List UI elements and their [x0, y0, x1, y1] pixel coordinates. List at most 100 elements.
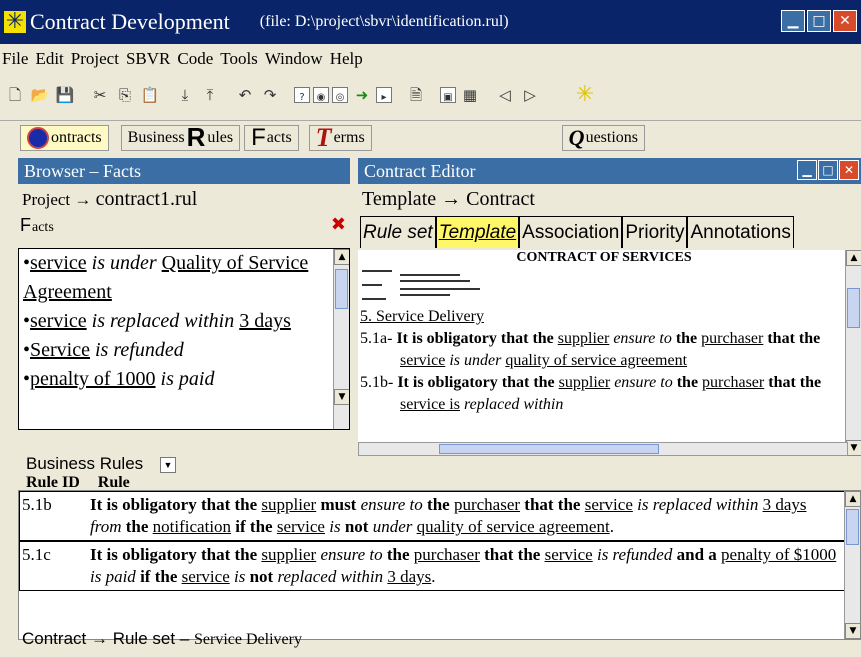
menu-file[interactable]: File	[2, 49, 28, 69]
document-preview-lines	[360, 266, 848, 306]
rule-5-1a: 5.1a- It is obligatory that the supplier…	[360, 330, 821, 369]
save-icon[interactable]: 💾	[54, 84, 76, 106]
run-icon[interactable]: ➜	[351, 84, 373, 106]
copy-icon[interactable]: ⎘	[114, 84, 136, 106]
tab-rule-set[interactable]: Rule set	[360, 216, 436, 248]
column-rule: Rule	[97, 474, 130, 491]
menu-help[interactable]: Help	[330, 49, 363, 69]
tab-priority[interactable]: Priority	[622, 216, 688, 248]
scroll-up-icon[interactable]: ▲	[845, 491, 861, 507]
menu-window[interactable]: Window	[265, 49, 323, 69]
menu-edit[interactable]: Edit	[35, 49, 63, 69]
terms-t-icon: T	[315, 122, 332, 152]
business-rules-header: Business Rules ▼	[26, 454, 176, 474]
app-sun-icon: ✳	[4, 9, 26, 34]
dropdown-arrow-icon[interactable]: ▼	[159, 456, 176, 473]
status-bar: Contract → Rule set – Service Delivery	[18, 625, 861, 653]
scroll-up-icon[interactable]: ▲	[846, 250, 861, 266]
table-row[interactable]: 5.1b It is obligatory that the supplier …	[19, 491, 860, 541]
scroll-up-icon[interactable]: ▲	[334, 249, 349, 265]
tab-template[interactable]: Template	[435, 216, 520, 248]
editor-window-controls: ▁ □ ✕	[797, 160, 859, 180]
browser-title: Browser – Facts	[18, 158, 350, 184]
project-file: contract1.rul	[95, 188, 198, 210]
facts-scrollbar[interactable]: ▲ ▼	[333, 249, 349, 429]
editor-minimize-button[interactable]: ▁	[797, 160, 817, 180]
editor-close-button[interactable]: ✕	[839, 160, 859, 180]
import-icon[interactable]: ⤓	[174, 84, 196, 106]
undo-icon[interactable]: ↶	[234, 84, 256, 106]
open-folder-icon[interactable]: 📂	[29, 84, 51, 106]
scroll-thumb[interactable]	[846, 509, 859, 545]
tab-association[interactable]: Association	[519, 216, 623, 248]
contracts-icon	[27, 126, 49, 149]
minimize-button[interactable]: ▁	[781, 10, 805, 32]
fact-item[interactable]: •penalty of 1000 is paid	[23, 365, 329, 394]
new-file-icon[interactable]: 🗋	[4, 84, 26, 106]
tab-annotations[interactable]: Annotations	[687, 216, 794, 248]
check-icon[interactable]: ◉	[313, 87, 329, 103]
editor-title: Contract Editor	[364, 161, 476, 181]
status-path: Contract → Rule set –	[22, 629, 190, 648]
status-section: Service Delivery	[193, 631, 302, 648]
paste-icon[interactable]: 📋	[139, 84, 161, 106]
menu-tools[interactable]: Tools	[220, 49, 258, 69]
document-icon[interactable]: 🗎	[405, 84, 427, 106]
business-rules-list[interactable]: 5.1b It is obligatory that the supplier …	[18, 490, 861, 640]
window-file-path: (file: D:\project\sbvr\identification.ru…	[259, 13, 509, 30]
window-title-bar: ✳ Contract Development (file: D:\project…	[0, 0, 861, 44]
rule-5-1b: 5.1b- It is obligatory that the supplier…	[360, 374, 822, 413]
editor-vertical-scrollbar[interactable]: ▲ ▼	[845, 250, 861, 456]
help-query-icon[interactable]: ?	[294, 87, 310, 103]
tab-contracts[interactable]: ontracts	[20, 124, 109, 151]
editor-tabs: Rule set Template Association Priority A…	[358, 214, 794, 248]
tab-questions[interactable]: Q uestions	[561, 124, 646, 151]
column-rule-id: Rule ID	[26, 474, 80, 491]
section-heading: 5. Service Delivery	[360, 308, 484, 325]
scroll-thumb[interactable]	[847, 288, 860, 328]
close-button[interactable]: ✕	[833, 10, 857, 32]
template-document[interactable]: CONTRACT OF SERVICES 5. Service Delivery…	[358, 250, 848, 442]
menu-code[interactable]: Code	[177, 49, 213, 69]
rules-r-icon: R	[186, 122, 206, 152]
table-icon[interactable]: ▦	[459, 84, 481, 106]
project-row: Project → contract1.rul	[18, 184, 350, 214]
editor-maximize-button[interactable]: □	[818, 160, 838, 180]
window-controls: ▁ □ ✕	[781, 10, 857, 32]
template-path: Template → Contract	[362, 188, 535, 210]
table-row[interactable]: 5.1c It is obligatory that the supplier …	[19, 541, 860, 591]
document-heading: CONTRACT OF SERVICES	[516, 250, 692, 265]
fact-item[interactable]: •service is under Quality of Service Agr…	[23, 249, 329, 307]
sun-icon[interactable]: ✳	[574, 84, 596, 106]
menu-project[interactable]: Project	[71, 49, 119, 69]
facts-header: Facts ✖	[20, 214, 346, 236]
menu-sbvr[interactable]: SBVR	[126, 49, 170, 69]
cut-icon[interactable]: ✂	[89, 84, 111, 106]
compile-icon[interactable]: ◎	[332, 87, 348, 103]
facts-small-icon: F	[20, 215, 31, 235]
debug-icon[interactable]: ▸	[376, 87, 392, 103]
menu-bar: File Edit Project SBVR Code Tools Window…	[0, 44, 861, 74]
editor-title-bar: Contract Editor ▁ □ ✕	[358, 158, 861, 184]
forward-icon[interactable]: ▷	[519, 84, 541, 106]
redo-icon[interactable]: ↷	[259, 84, 281, 106]
questions-q-icon: Q	[568, 124, 585, 150]
browser-panel: Browser – Facts Project → contract1.rul …	[18, 158, 350, 432]
tab-terms[interactable]: T erms	[308, 122, 372, 152]
export-icon[interactable]: ⤒	[199, 84, 221, 106]
back-icon[interactable]: ◁	[494, 84, 516, 106]
rules-scrollbar[interactable]: ▲ ▼	[844, 491, 861, 639]
fact-item[interactable]: •Service is refunded	[23, 336, 329, 365]
fact-item[interactable]: •service is replaced within 3 days	[23, 307, 329, 336]
tab-business-rules[interactable]: Business R ules	[120, 122, 241, 152]
delete-fact-icon[interactable]: ✖	[331, 214, 346, 236]
view-icon[interactable]: ▣	[440, 87, 456, 103]
scroll-down-icon[interactable]: ▼	[334, 389, 349, 405]
maximize-button[interactable]: □	[807, 10, 831, 32]
contract-editor-panel: Contract Editor ▁ □ ✕ Template → Contrac…	[358, 158, 861, 456]
scroll-thumb[interactable]	[335, 269, 348, 309]
window-title: Contract Development	[30, 9, 230, 34]
facts-list[interactable]: •service is under Quality of Service Agr…	[18, 248, 350, 430]
tab-facts[interactable]: F acts	[244, 124, 299, 151]
project-label: Project →	[22, 190, 92, 209]
